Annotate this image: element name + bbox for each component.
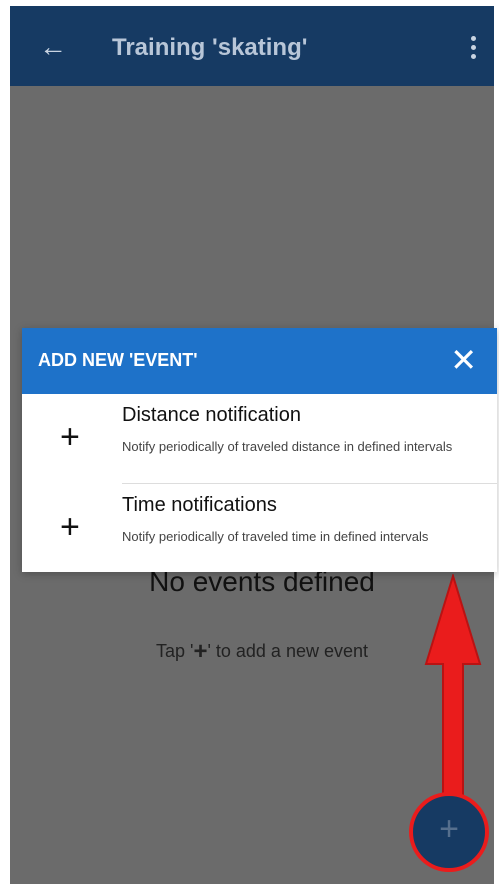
hint-suffix: ' to add a new event — [207, 641, 369, 661]
option-label: Distance notification — [122, 404, 301, 426]
screen-title: Training 'skating' — [112, 34, 308, 61]
fab-plus-icon: + — [439, 810, 459, 848]
option-description: Notify periodically of traveled distance… — [122, 439, 453, 454]
hint-prefix: Tap ' — [155, 641, 194, 661]
option-label: Time notifications — [122, 494, 277, 516]
dialog-title: ADD NEW 'EVENT' — [38, 350, 198, 370]
add-event-fab[interactable]: + — [409, 792, 489, 872]
plus-icon: + — [60, 508, 80, 546]
callout-arrow-icon — [424, 574, 482, 803]
plus-icon: + — [60, 418, 80, 456]
dialog-header: ADD NEW 'EVENT' ✕ — [22, 328, 497, 394]
add-event-dialog: ADD NEW 'EVENT' ✕ + Distance notificatio… — [22, 328, 497, 572]
time-notification-option[interactable]: + Time notifications Notify periodically… — [60, 483, 497, 573]
hint-plus-icon: + — [193, 638, 208, 665]
back-arrow-icon[interactable]: ← — [38, 32, 68, 62]
close-icon[interactable]: ✕ — [450, 342, 477, 378]
overflow-menu-icon[interactable] — [468, 36, 478, 62]
option-description: Notify periodically of traveled time in … — [122, 529, 429, 544]
app-bar: ← Training 'skating' — [10, 6, 494, 86]
distance-notification-option[interactable]: + Distance notification Notify periodica… — [22, 394, 497, 483]
